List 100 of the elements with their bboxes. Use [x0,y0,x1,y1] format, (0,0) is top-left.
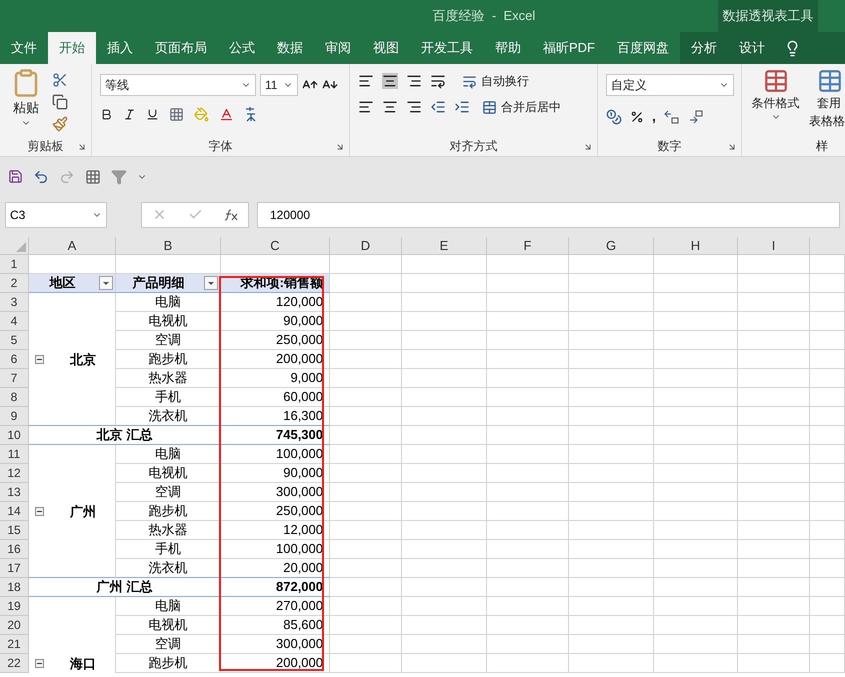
form-icon[interactable] [85,168,101,184]
empty-cell[interactable] [402,559,487,578]
empty-cell[interactable] [330,635,402,654]
row-number[interactable]: 8 [0,388,29,407]
empty-cell[interactable] [810,502,845,521]
ribbon-tab[interactable]: 开始 [48,32,96,64]
row-number[interactable]: 2 [0,274,29,293]
empty-cell[interactable] [569,597,654,616]
empty-cell[interactable] [330,597,402,616]
empty-cell[interactable] [487,540,569,559]
empty-cell[interactable] [654,312,738,331]
empty-cell[interactable] [654,635,738,654]
font-color-icon[interactable] [219,106,234,122]
empty-cell[interactable] [569,369,654,388]
dialog-launcher-icon[interactable] [77,142,87,152]
region-cell[interactable]: 海口 [29,654,116,673]
align-bottom-icon[interactable] [406,73,422,89]
region-cell[interactable] [29,407,116,426]
function-icon[interactable] [224,208,238,220]
row-number[interactable]: 14 [0,502,29,521]
empty-cell[interactable] [330,483,402,502]
empty-cell[interactable] [402,540,487,559]
region-cell[interactable] [29,559,116,578]
empty-cell[interactable] [487,502,569,521]
column-header[interactable]: B [116,237,221,254]
empty-cell[interactable] [487,350,569,369]
ribbon-tab[interactable]: 福昕PDF [532,32,606,64]
empty-cell[interactable] [330,350,402,369]
empty-cell[interactable] [738,483,810,502]
row-number[interactable]: 12 [0,464,29,483]
empty-cell[interactable] [810,654,845,673]
empty-cell[interactable] [810,578,845,597]
empty-cell[interactable] [738,540,810,559]
formula-field[interactable]: 120000 [257,202,840,228]
empty-cell[interactable] [487,483,569,502]
row-number[interactable]: 19 [0,597,29,616]
empty-cell[interactable] [402,635,487,654]
empty-cell[interactable] [654,578,738,597]
empty-cell[interactable] [810,293,845,312]
empty-cell[interactable] [810,407,845,426]
empty-cell[interactable] [330,654,402,673]
empty-cell[interactable] [569,388,654,407]
comma-style-button[interactable]: , [652,106,656,127]
ribbon-tab[interactable]: 设计 [728,32,776,64]
ribbon-tab[interactable]: 开发工具 [410,32,484,64]
empty-cell[interactable] [810,445,845,464]
empty-cell[interactable] [330,426,402,445]
empty-cell[interactable] [654,464,738,483]
empty-cell[interactable] [810,312,845,331]
empty-cell[interactable] [402,445,487,464]
empty-cell[interactable] [654,502,738,521]
wrap-text-button[interactable]: 自动换行 [462,72,529,90]
empty-cell[interactable] [569,483,654,502]
empty-cell[interactable] [569,312,654,331]
empty-cell[interactable] [810,426,845,445]
table-format-button[interactable]: 套用 表格格 [809,68,845,136]
collapse-icon[interactable] [35,355,44,364]
empty-cell[interactable] [654,331,738,350]
empty-cell[interactable] [487,331,569,350]
row-number[interactable]: 13 [0,483,29,502]
empty-cell[interactable] [654,483,738,502]
empty-cell[interactable] [738,255,810,274]
empty-cell[interactable] [569,255,654,274]
empty-cell[interactable] [402,312,487,331]
column-header[interactable]: I [738,237,810,254]
ribbon-tab[interactable]: 视图 [362,32,410,64]
empty-cell[interactable] [569,426,654,445]
row-number[interactable]: 18 [0,578,29,597]
row-number[interactable]: 21 [0,635,29,654]
empty-cell[interactable] [487,312,569,331]
empty-cell[interactable] [402,426,487,445]
empty-cell[interactable] [810,521,845,540]
column-header[interactable]: D [330,237,402,254]
empty-cell[interactable] [738,597,810,616]
bold-icon[interactable] [100,108,113,120]
empty-cell[interactable] [330,407,402,426]
empty-cell[interactable] [487,635,569,654]
number-format-field[interactable]: 自定义 [606,74,734,96]
empty-cell[interactable] [487,616,569,635]
empty-cell[interactable] [487,464,569,483]
cut-icon[interactable] [52,72,68,88]
row-number[interactable]: 6 [0,350,29,369]
empty-cell[interactable] [487,274,569,293]
row-number[interactable]: 7 [0,369,29,388]
empty-cell[interactable] [569,293,654,312]
empty-cell[interactable] [487,654,569,673]
empty-cell[interactable] [487,445,569,464]
empty-cell[interactable] [810,597,845,616]
ribbon-tab[interactable]: 帮助 [484,32,532,64]
empty-cell[interactable] [402,483,487,502]
empty-cell[interactable] [654,274,738,293]
filter-icon[interactable] [111,168,127,184]
empty-cell[interactable] [402,464,487,483]
empty-cell[interactable] [569,540,654,559]
collapse-icon[interactable] [35,659,44,668]
empty-cell[interactable] [810,559,845,578]
dialog-launcher-icon[interactable] [727,142,737,152]
empty-cell[interactable] [487,521,569,540]
empty-cell[interactable] [569,502,654,521]
row-number[interactable]: 4 [0,312,29,331]
